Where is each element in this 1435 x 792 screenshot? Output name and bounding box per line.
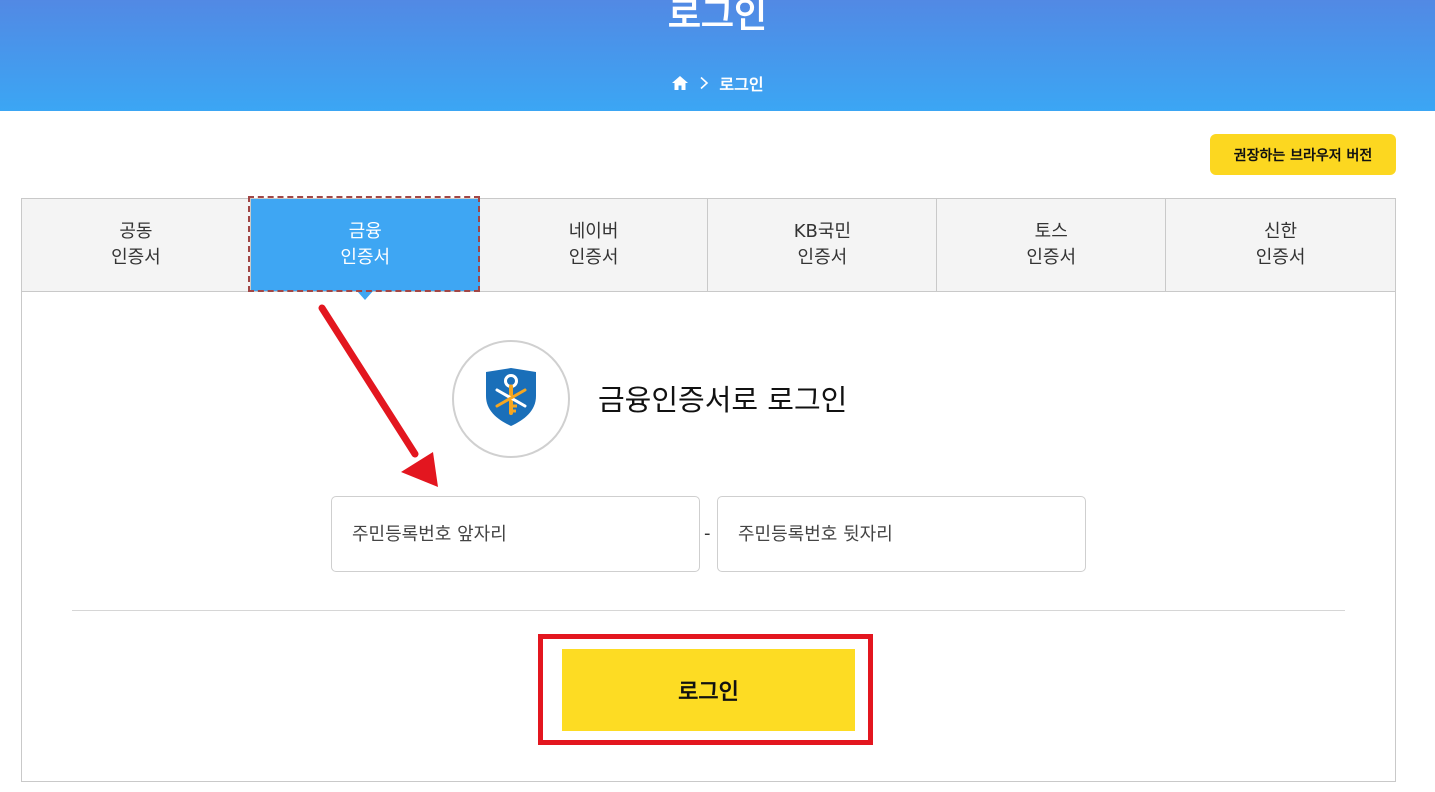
login-button[interactable]: 로그인 [562, 649, 855, 731]
shield-key-icon [482, 366, 540, 432]
tab-financial-certificate[interactable]: 금융 인증서 [250, 199, 480, 300]
resident-number-front-input[interactable] [331, 496, 700, 572]
tab-label-line2: 인증서 [111, 247, 161, 268]
tab-label-line2: 인증서 [1026, 247, 1077, 268]
tab-label-line1: 토스 [1034, 221, 1068, 242]
tab-label-line1: 신한 [1263, 221, 1298, 242]
home-icon[interactable] [671, 75, 689, 91]
tab-toss-certificate[interactable]: 토스 인증서 [937, 199, 1167, 291]
tab-label-line1: 네이버 [568, 221, 619, 242]
tab-label-line1: KB국민 [793, 221, 852, 242]
divider [72, 610, 1345, 611]
tab-shinhan-certificate[interactable]: 신한 인증서 [1166, 199, 1395, 291]
tab-kb-certificate[interactable]: KB국민 인증서 [708, 199, 938, 291]
tab-label-line2: 인증서 [568, 247, 619, 268]
certificate-tabs: 공동 인증서 금융 인증서 네이버 인증서 KB국민 인증서 토스 인증서 신한… [22, 199, 1395, 300]
tab-joint-certificate[interactable]: 공동 인증서 [22, 199, 251, 291]
page-header: 로그인 로그인 [0, 0, 1435, 111]
tab-label-line1: 공동 [119, 221, 153, 242]
page-title: 로그인 [667, 0, 768, 36]
recommended-browser-button[interactable]: 권장하는 브라우저 버전 [1210, 134, 1396, 175]
tab-naver-certificate[interactable]: 네이버 인증서 [480, 199, 709, 291]
tab-label-line2: 인증서 [340, 247, 391, 268]
tab-label-line2: 인증서 [1255, 247, 1306, 268]
tab-label-line1: 금융 [348, 221, 382, 242]
resident-number-separator: - [704, 523, 711, 544]
chevron-right-icon [699, 76, 709, 90]
login-heading: 금융인증서로 로그인 [598, 383, 848, 417]
breadcrumb-current[interactable]: 로그인 [719, 71, 763, 95]
resident-number-back-input[interactable] [717, 496, 1086, 572]
tab-label-line2: 인증서 [797, 247, 848, 268]
financial-certificate-logo [452, 340, 570, 458]
breadcrumb: 로그인 [0, 70, 1435, 96]
